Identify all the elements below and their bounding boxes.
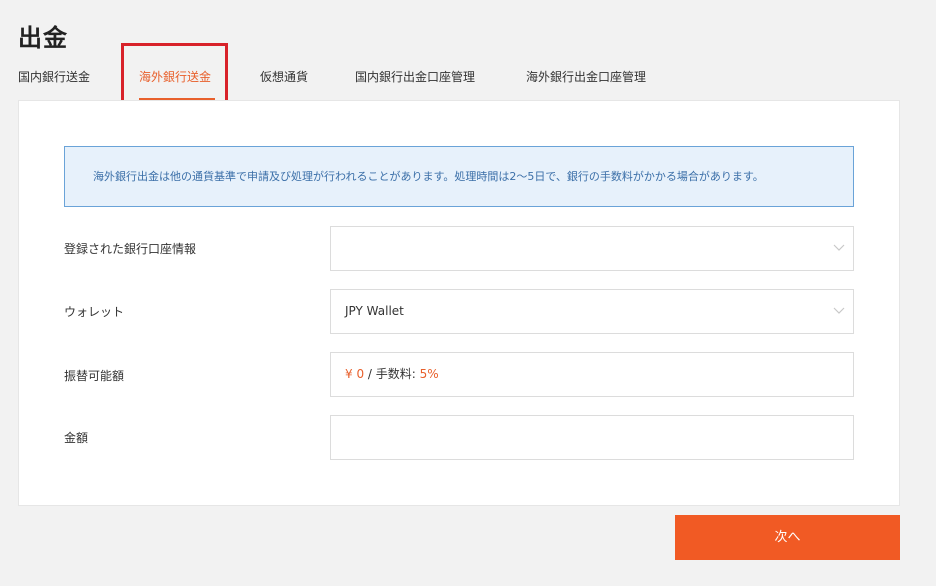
page-title: 出金 [18,24,68,52]
amount-input[interactable] [330,415,854,460]
bank-account-label: 登録された銀行口座情報 [64,242,197,256]
wallet-value: JPY Wallet [345,304,404,318]
bank-account-select[interactable] [330,226,854,271]
chevron-down-icon [833,244,845,251]
available-amount-display: ¥ 0 / 手数料: 5% [330,352,854,397]
tab-domestic-transfer[interactable]: 国内銀行送金 [18,68,90,85]
tab-domestic-account-management[interactable]: 国内銀行出金口座管理 [355,68,475,85]
available-separator: / [367,367,372,381]
notice-banner: 海外銀行出金は他の通貨基準で申請及び処理が行われることがあります。処理時間は2〜… [64,146,854,207]
tab-crypto[interactable]: 仮想通貨 [260,68,308,85]
available-amount-value: ¥ 0 [345,367,365,381]
available-amount-label: 振替可能額 [64,369,125,383]
wallet-label: ウォレット [64,305,125,319]
fee-value: 5% [419,367,439,381]
next-button[interactable]: 次へ [675,515,900,560]
fee-label: 手数料: [375,367,416,381]
wallet-select[interactable]: JPY Wallet [330,289,854,334]
amount-label: 金額 [64,431,89,445]
tab-overseas-account-management[interactable]: 海外銀行出金口座管理 [526,68,646,85]
chevron-down-icon [833,307,845,314]
